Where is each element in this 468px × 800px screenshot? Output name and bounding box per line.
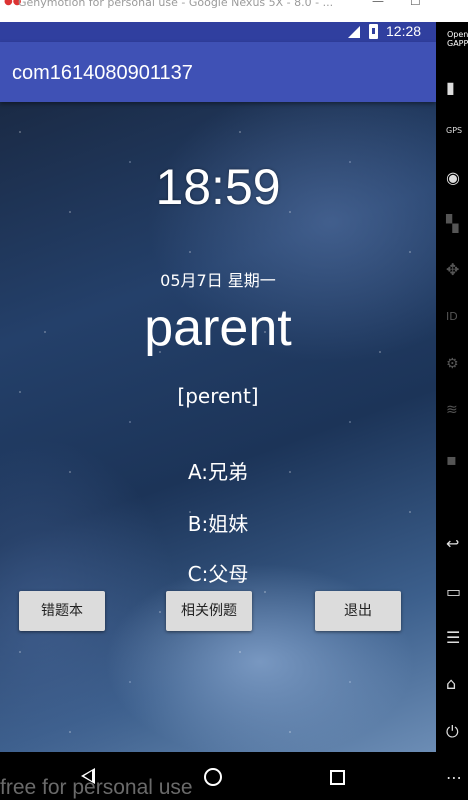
phone-screen: 12:28 com1614080901137 18:59 05月7日 星期一 p… [0, 22, 436, 752]
window-title-bar: ●● Genymotion for personal use - Google … [0, 0, 468, 22]
back-tool-icon[interactable]: ↩ [436, 534, 468, 553]
option-c[interactable]: C:父母 [0, 558, 436, 587]
related-examples-button[interactable]: 相关例题 [166, 591, 252, 631]
recents-tool-icon[interactable]: ▭ [436, 582, 468, 601]
power-tool-icon[interactable]: ⏻ [436, 722, 468, 742]
status-bar: 12:28 [0, 22, 436, 42]
navigation-bar: free for personal use [0, 752, 436, 800]
maximize-button[interactable]: ☐ [410, 0, 421, 7]
id-label: ID [446, 310, 458, 323]
gapps-label-1: Open [447, 30, 468, 39]
network-tool-icon[interactable]: ⚙ [436, 356, 468, 372]
app-title: com1614080901137 [12, 62, 193, 84]
capture-tool-icon[interactable]: ▚ [436, 214, 468, 233]
word-card: 18:59 05月7日 星期一 parent [perent] A:兄弟 B:姐… [0, 102, 436, 752]
date-label: 05月7日 星期一 [160, 271, 276, 290]
wifi-tool-icon[interactable]: ≋ [436, 402, 468, 418]
gps-tool-button[interactable]: GPS [436, 126, 468, 135]
exit-button[interactable]: 退出 [315, 591, 401, 631]
menu-tool-icon[interactable]: ☰ [436, 628, 468, 647]
open-gapps-button[interactable]: Open GAPPS [436, 30, 468, 48]
phonetic: [perent] [177, 384, 259, 408]
option-b[interactable]: B:姐妹 [0, 508, 436, 537]
move-tool-icon[interactable]: ✥ [436, 260, 468, 279]
app-bar: com1614080901137 [0, 42, 436, 102]
emulator-side-panel: Open GAPPS ▮ GPS ◉ ▚ ✥ ID ⚙ ≋ ▪ ↩ ▭ ☰ ⌂ … [436, 22, 468, 800]
camera-tool-icon[interactable]: ◉ [436, 168, 468, 187]
clock: 18:59 [155, 159, 281, 215]
gapps-label-2: GAPPS [447, 39, 468, 48]
more-tool-icon[interactable]: ⋯ [436, 768, 468, 787]
english-word: parent [144, 299, 292, 357]
battery-tool-icon[interactable]: ▮ [436, 78, 468, 97]
recents-icon[interactable] [330, 770, 345, 785]
id-tool-button[interactable]: ID [436, 310, 468, 323]
wrong-book-button[interactable]: 错题本 [19, 591, 105, 631]
battery-icon [369, 24, 378, 39]
window-title: Genymotion for personal use - Google Nex… [18, 0, 334, 9]
watermark: free for personal use [0, 776, 193, 799]
gps-label: GPS [446, 126, 463, 135]
message-tool-icon[interactable]: ▪ [436, 450, 468, 469]
home-tool-icon[interactable]: ⌂ [436, 674, 468, 693]
back-icon[interactable] [81, 768, 95, 784]
minimize-button[interactable]: — [372, 0, 384, 7]
home-icon[interactable] [204, 768, 222, 786]
signal-icon [348, 26, 360, 38]
option-a[interactable]: A:兄弟 [0, 456, 436, 485]
status-time: 12:28 [386, 23, 422, 39]
